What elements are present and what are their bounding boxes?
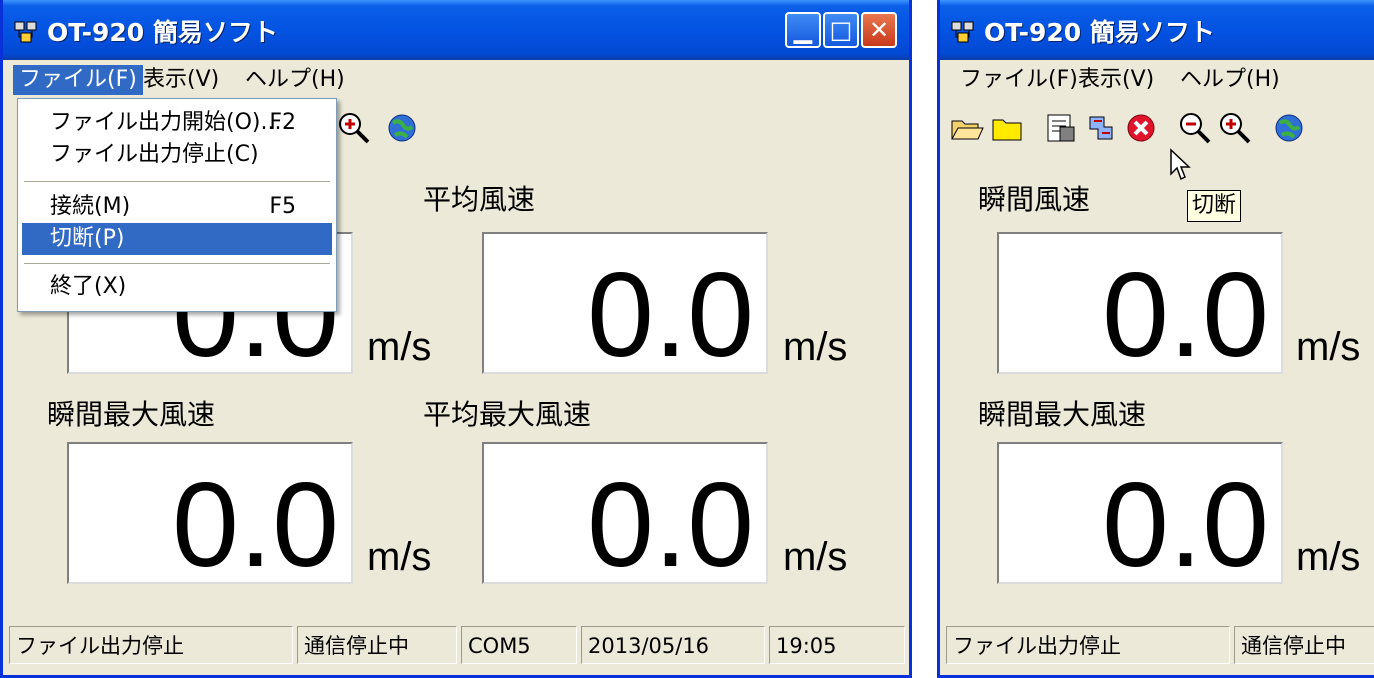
status-file-output: ファイル出力停止: [946, 626, 1230, 664]
maximize-button[interactable]: □: [823, 12, 859, 48]
window-title: OT-920 簡易ソフト: [47, 18, 278, 47]
app-icon: [13, 19, 39, 45]
instant-speed-label: 瞬間風速: [978, 183, 1091, 216]
menu-item-shortcut: F5: [269, 194, 296, 219]
minimize-icon: ▁: [793, 16, 813, 44]
window-title: OT-920 簡易ソフト: [984, 18, 1215, 47]
zoom-in-icon[interactable]: [335, 109, 373, 147]
menu-help[interactable]: ヘルプ(H): [1174, 65, 1286, 95]
menu-item-exit[interactable]: 終了(X): [22, 271, 332, 303]
file-menu-dropdown: ファイル出力開始(O)... F2 ファイル出力停止(C) 接続(M) F5 切…: [17, 98, 337, 312]
average-max-speed-label: 平均最大風速: [423, 398, 592, 431]
menu-item-label: 接続(M): [50, 194, 131, 219]
menu-view[interactable]: 表示(V): [1072, 65, 1160, 95]
globe-icon[interactable]: [383, 109, 421, 147]
status-communication: 通信停止中: [1234, 626, 1374, 664]
menu-item-stop-output[interactable]: ファイル出力停止(C): [22, 139, 332, 171]
menu-bar: ファイル(F) 表示(V) ヘルプ(H): [3, 60, 909, 100]
main-window: OT-920 簡易ソフト ▁ □ ✕ ファイル(F) 表示(V) ヘルプ(H) …: [0, 0, 912, 678]
menu-item-label: 切断(P): [50, 226, 125, 251]
minimize-button[interactable]: ▁: [785, 12, 821, 48]
mouse-pointer-icon: [1170, 148, 1191, 181]
status-port: COM5: [461, 626, 577, 664]
folder-icon[interactable]: [988, 109, 1026, 147]
zoom-in-icon[interactable]: [1216, 109, 1254, 147]
instant-max-speed-label: 瞬間最大風速: [978, 398, 1147, 431]
open-folder-icon[interactable]: [948, 109, 986, 147]
instant-max-speed-display: 0.0: [67, 442, 353, 584]
status-bar: ファイル出力停止 通信停止中: [940, 620, 1374, 672]
menu-item-disconnect[interactable]: 切断(P): [22, 223, 332, 255]
instant-speed-value: 0.0: [1102, 248, 1269, 374]
average-speed-label: 平均風速: [423, 183, 536, 216]
menu-item-label: 終了(X): [50, 274, 127, 299]
average-max-speed-value: 0.0: [587, 458, 754, 584]
properties-icon[interactable]: [1042, 109, 1080, 147]
instant-speed-unit: m/s: [1296, 325, 1361, 369]
menu-item-label: ファイル出力開始(O)...: [50, 110, 282, 135]
instant-max-speed-label: 瞬間最大風速: [47, 398, 216, 431]
menu-item-connect[interactable]: 接続(M) F5: [22, 191, 332, 223]
main-window-toolbar-view: OT-920 簡易ソフト ファイル(F) 表示(V) ヘルプ(H) 切断 瞬間風…: [937, 0, 1374, 678]
connect-icon[interactable]: [1082, 109, 1120, 147]
instant-max-speed-value: 0.0: [172, 458, 339, 584]
title-bar[interactable]: OT-920 簡易ソフト: [940, 0, 1374, 60]
average-max-speed-display: 0.0: [482, 442, 768, 584]
status-file-output: ファイル出力停止: [9, 626, 293, 664]
instant-speed-display: 0.0: [997, 232, 1283, 374]
status-communication: 通信停止中: [297, 626, 457, 664]
instant-max-speed-unit: m/s: [367, 535, 432, 579]
instant-max-speed-value: 0.0: [1102, 458, 1269, 584]
globe-icon[interactable]: [1270, 109, 1308, 147]
menu-view[interactable]: 表示(V): [137, 65, 225, 95]
close-icon: ✕: [868, 16, 890, 44]
menu-bar: ファイル(F) 表示(V) ヘルプ(H): [940, 60, 1374, 100]
menu-separator: [24, 181, 330, 182]
average-speed-display: 0.0: [482, 232, 768, 374]
toolbar: [940, 103, 1374, 161]
menu-file[interactable]: ファイル(F): [954, 65, 1084, 95]
tooltip: 切断: [1187, 190, 1242, 222]
menu-separator: [24, 263, 330, 264]
instant-max-speed-display: 0.0: [997, 442, 1283, 584]
menu-item-label: ファイル出力停止(C): [50, 142, 259, 167]
instant-max-speed-unit: m/s: [1296, 535, 1361, 579]
maximize-icon: □: [829, 16, 853, 44]
zoom-out-icon[interactable]: [1176, 109, 1214, 147]
status-time: 19:05: [769, 626, 905, 664]
app-icon: [950, 19, 976, 45]
disconnect-icon[interactable]: [1122, 109, 1160, 147]
status-date: 2013/05/16: [581, 626, 765, 664]
average-max-speed-unit: m/s: [783, 535, 848, 579]
title-bar[interactable]: OT-920 簡易ソフト ▁ □ ✕: [3, 0, 909, 60]
menu-file[interactable]: ファイル(F): [13, 65, 143, 95]
average-speed-unit: m/s: [783, 325, 848, 369]
average-speed-value: 0.0: [587, 248, 754, 374]
close-button[interactable]: ✕: [861, 12, 897, 48]
menu-item-start-output[interactable]: ファイル出力開始(O)... F2: [22, 107, 332, 139]
instant-speed-unit: m/s: [367, 325, 432, 369]
menu-item-shortcut: F2: [269, 110, 296, 135]
menu-help[interactable]: ヘルプ(H): [239, 65, 351, 95]
status-bar: ファイル出力停止 通信停止中 COM5 2013/05/16 19:05: [3, 620, 909, 672]
